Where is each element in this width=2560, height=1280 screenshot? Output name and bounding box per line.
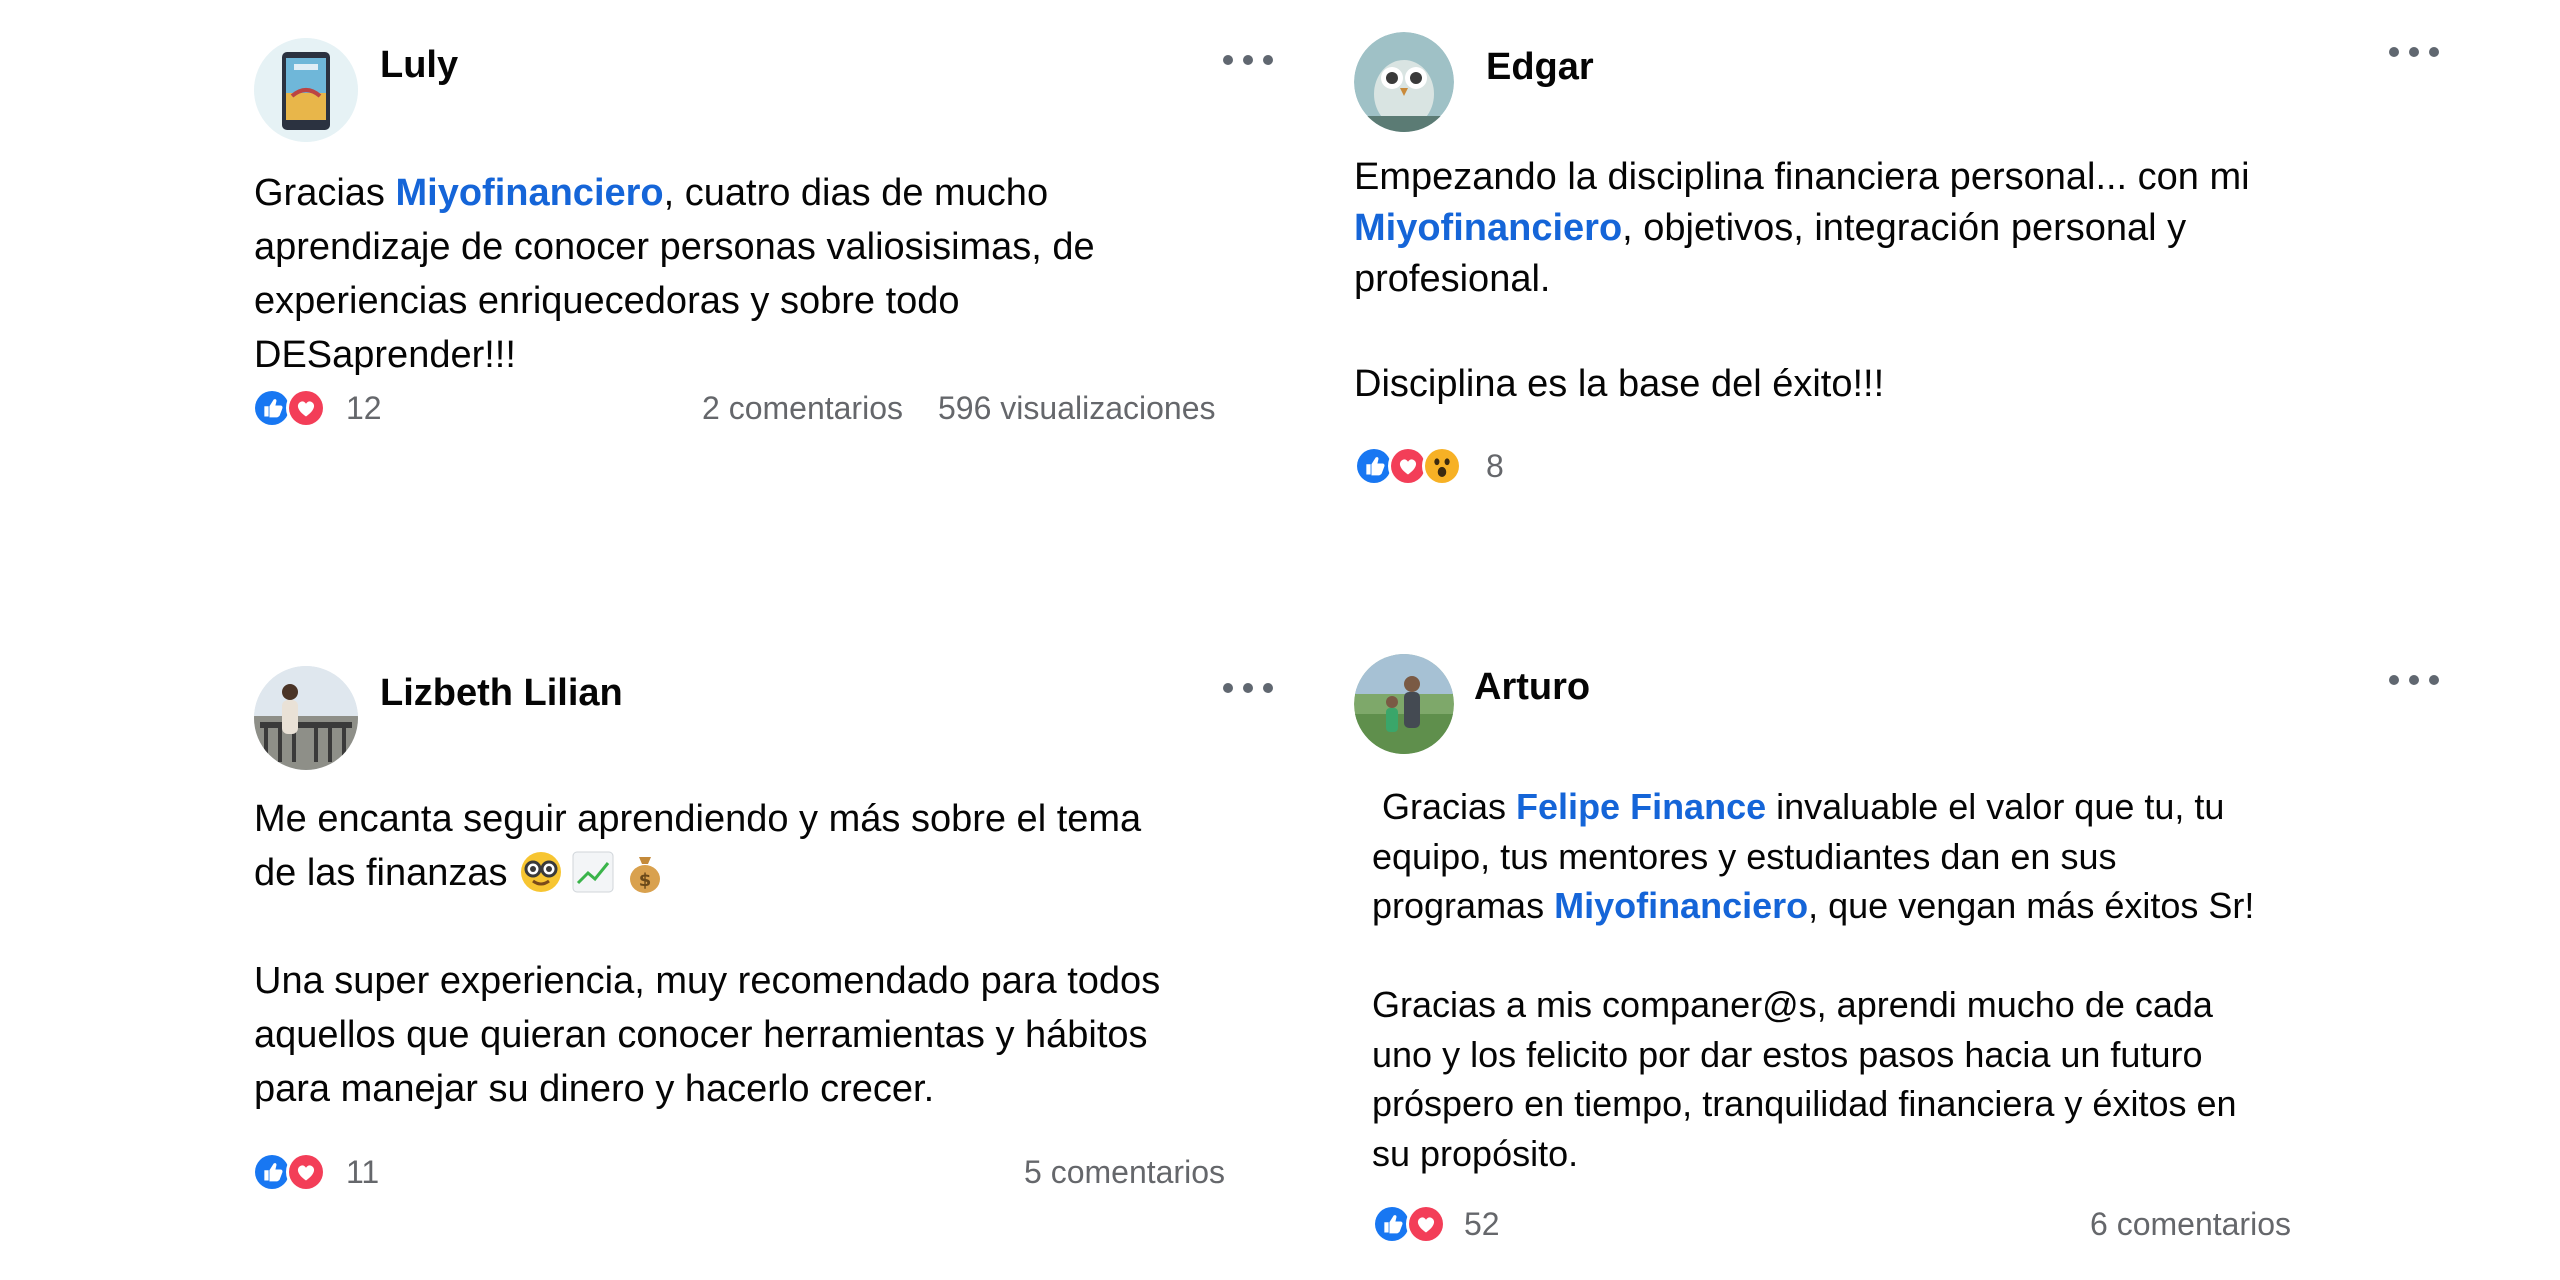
post-lizbeth: Lizbeth Lilian Me encanta seguir aprendi… [0, 640, 1280, 1280]
love-icon [1406, 1204, 1446, 1244]
nerd-face-icon [518, 849, 564, 895]
chart-increasing-icon [570, 849, 616, 895]
svg-text:$: $ [639, 870, 652, 891]
more-options-icon[interactable] [1222, 678, 1274, 698]
views-count: 596 visualizaciones [938, 390, 1216, 426]
tablet-avatar-icon [254, 38, 358, 142]
post-text: Empezando la disciplina financiera perso… [1354, 156, 2250, 405]
post-text: Me encanta seguir aprendiendo y más sobr… [254, 798, 1161, 1110]
avatar[interactable] [254, 666, 358, 770]
mention-link[interactable]: Miyofinanciero [1554, 885, 1808, 926]
owl-avatar-icon [1354, 32, 1454, 132]
love-icon [286, 388, 326, 428]
more-options-icon[interactable] [2388, 670, 2440, 690]
reactions-summary[interactable] [252, 388, 326, 428]
reactions-count[interactable]: 52 [1464, 1206, 1500, 1243]
avatar[interactable] [1354, 654, 1454, 754]
post-arturo: Arturo Gracias Felipe Finance invaluable… [1280, 640, 2560, 1280]
person-photo-avatar-icon [254, 666, 358, 770]
more-options-icon[interactable] [1222, 50, 1274, 70]
post-edgar: Edgar Empezando la disciplina financiera… [1280, 0, 2560, 600]
avatar[interactable] [254, 38, 358, 142]
post-text: Gracias Miyofinanciero, cuatro dias de m… [254, 172, 1095, 376]
mention-link[interactable]: Miyofinanciero [395, 172, 663, 214]
comments-count[interactable]: 2 comentarios [702, 390, 903, 427]
family-photo-avatar-icon [1354, 654, 1454, 754]
reactions-summary[interactable] [1372, 1204, 1446, 1244]
comments-count[interactable]: 5 comentarios [1024, 1154, 1225, 1191]
reactions-count[interactable]: 8 [1486, 448, 1504, 485]
wow-icon [1422, 446, 1462, 486]
post-luly: Luly Gracias Miyofinanciero, cuatro dias… [0, 0, 1280, 600]
avatar[interactable] [1354, 32, 1454, 132]
mention-link[interactable]: Felipe Finance [1516, 786, 1766, 827]
money-bag-icon: $ [622, 849, 668, 895]
reactions-count[interactable]: 11 [346, 1154, 379, 1191]
author-name[interactable]: Edgar [1486, 46, 1594, 89]
author-name[interactable]: Arturo [1474, 666, 1590, 709]
reactions-summary[interactable] [252, 1152, 326, 1192]
more-options-icon[interactable] [2388, 42, 2440, 62]
mention-link[interactable]: Miyofinanciero [1354, 207, 1622, 249]
reactions-summary[interactable] [1354, 446, 1462, 486]
love-icon [286, 1152, 326, 1192]
author-name[interactable]: Lizbeth Lilian [380, 672, 623, 715]
comments-count[interactable]: 6 comentarios [2090, 1206, 2291, 1243]
reactions-count[interactable]: 12 [346, 390, 382, 427]
post-text: Gracias Felipe Finance invaluable el val… [1372, 786, 2255, 1174]
author-name[interactable]: Luly [380, 44, 458, 87]
